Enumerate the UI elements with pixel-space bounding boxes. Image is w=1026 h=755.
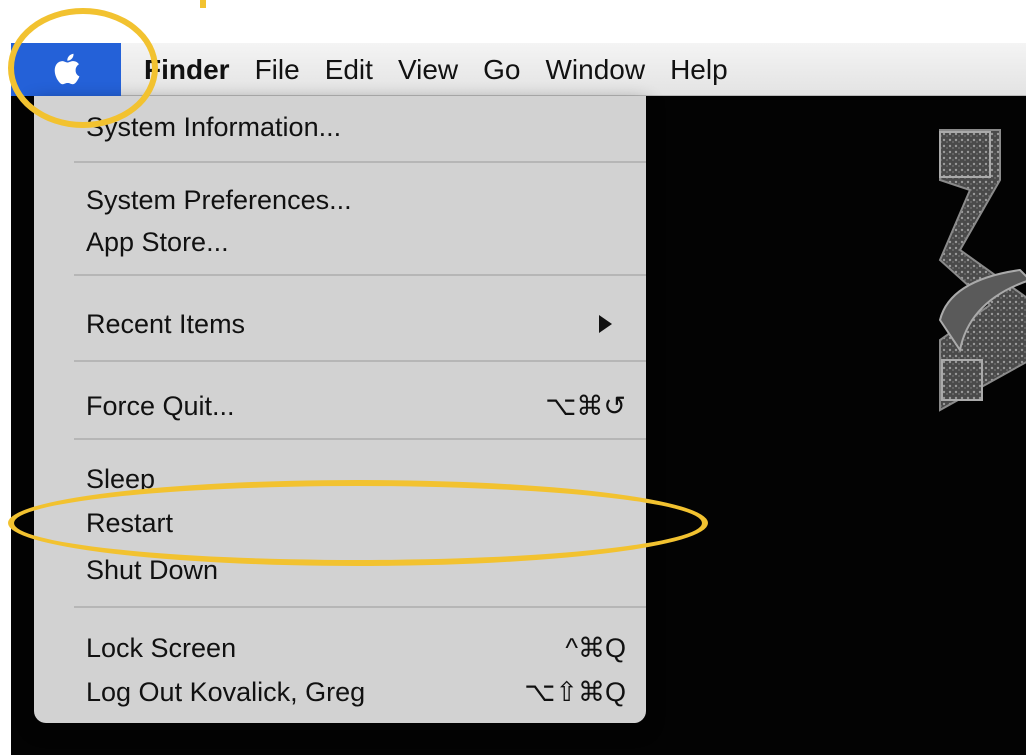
menu-item-label: System Information... (86, 111, 342, 142)
menu-item-label: System Preferences... (86, 184, 352, 215)
menu-item-restart[interactable]: Restart (34, 497, 646, 549)
menu-item-label: App Store... (86, 226, 229, 257)
menu-item-label: Shut Down (86, 554, 219, 585)
menu-item-recent-items[interactable]: Recent Items (34, 298, 646, 350)
menu-item-force-quit[interactable]: Force Quit... ⌥⌘↺ (34, 380, 646, 432)
menu-bar: Finder File Edit View Go Window Help (11, 42, 1026, 96)
menu-item-shortcut: ^⌘Q (565, 632, 626, 663)
menu-item-label: Sleep (86, 463, 156, 494)
menu-item-system-information[interactable]: System Information... (34, 101, 646, 153)
apple-logo-icon (54, 53, 80, 85)
screenshot-margin-left (0, 0, 11, 755)
desktop-wallpaper-art (938, 129, 1026, 412)
menu-item-label: Force Quit... (86, 390, 235, 421)
menu-item-label: Lock Screen (86, 632, 237, 663)
menu-item-label: Recent Items (86, 308, 246, 339)
menu-separator (74, 438, 646, 440)
triangle-right-icon (599, 315, 612, 333)
menu-item-label: Log Out Kovalick, Greg (86, 676, 366, 707)
screenshot-margin-top (0, 0, 1026, 43)
menu-window[interactable]: Window (545, 43, 645, 96)
menu-item-label: Restart (86, 507, 174, 538)
apple-dropdown-menu: System Information... System Preferences… (34, 96, 646, 723)
menu-help[interactable]: Help (670, 43, 728, 96)
menu-finder[interactable]: Finder (144, 43, 230, 96)
menu-item-shortcut: ⌥⌘↺ (545, 390, 626, 421)
menu-item-shortcut: ⌥⇧⌘Q (524, 676, 626, 707)
menu-separator (74, 360, 646, 362)
menu-file[interactable]: File (255, 43, 300, 96)
menu-view[interactable]: View (398, 43, 458, 96)
annotation-mark (200, 0, 206, 8)
menu-separator (74, 274, 646, 276)
apple-menu-button[interactable] (11, 42, 121, 96)
menu-edit[interactable]: Edit (325, 43, 373, 96)
menu-go[interactable]: Go (483, 43, 520, 96)
menu-item-app-store[interactable]: App Store... (34, 216, 646, 268)
menu-item-log-out[interactable]: Log Out Kovalick, Greg ⌥⇧⌘Q (34, 666, 646, 718)
menu-separator (74, 161, 646, 163)
menu-separator (74, 606, 646, 608)
menu-item-shut-down[interactable]: Shut Down (34, 544, 646, 596)
